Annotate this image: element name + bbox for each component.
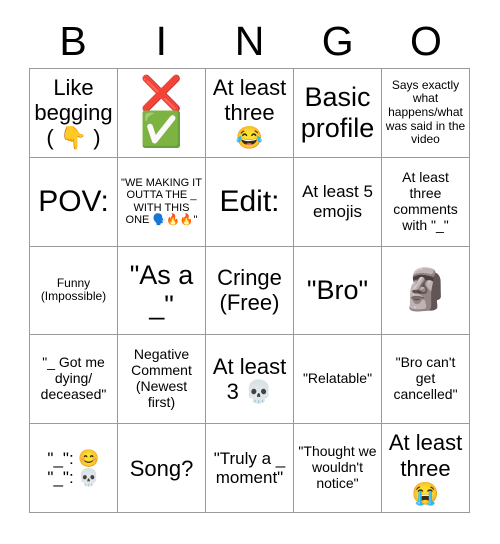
bingo-cell-text-g2: At least 5 emojis bbox=[302, 182, 378, 221]
bingo-cell-b2[interactable]: POV: bbox=[30, 157, 118, 247]
bingo-header: B I N G O bbox=[29, 14, 470, 68]
bingo-cell-text-n1: At least three 😂 bbox=[212, 75, 293, 151]
bingo-cell-b3[interactable]: Funny (Impossible) bbox=[30, 246, 118, 336]
bingo-cell-text-i3: "As a _" bbox=[129, 259, 201, 321]
bingo-grid: Like begging ( 👇 ) ❌ ✅ At least three 😂 … bbox=[29, 68, 470, 513]
bingo-cell-n5[interactable]: "Truly a _ moment" bbox=[206, 424, 294, 513]
bingo-cell-text-b5: "_": 😊 "_": 💀 bbox=[47, 448, 100, 488]
bingo-cell-n4[interactable]: At least 3 💀 bbox=[206, 335, 294, 425]
bingo-cell-text-i1: ❌ ✅ bbox=[140, 75, 183, 149]
bingo-cell-text-b4: "_ Got me dying/ deceased" bbox=[40, 354, 109, 403]
bingo-cell-g1[interactable]: Basic profile bbox=[294, 69, 382, 158]
bingo-cell-n3[interactable]: Cringe (Free) bbox=[206, 246, 294, 336]
bingo-cell-text-o1: Says exactly what happens/what was said … bbox=[385, 77, 469, 147]
bingo-cell-text-i5: Song? bbox=[129, 455, 194, 481]
bingo-cell-text-o5: At least three 😭 bbox=[388, 430, 469, 506]
bingo-cell-n1[interactable]: At least three 😂 bbox=[206, 69, 294, 158]
bingo-cell-b5[interactable]: "_": 😊 "_": 💀 bbox=[30, 424, 118, 513]
bingo-cell-i3[interactable]: "As a _" bbox=[118, 246, 206, 336]
header-letter-n: N bbox=[234, 17, 265, 64]
bingo-cell-text-g4: "Relatable" bbox=[302, 370, 373, 387]
bingo-cell-text-o4: "Bro can't get cancelled" bbox=[393, 354, 460, 403]
bingo-cell-text-b1: Like begging ( 👇 ) bbox=[34, 75, 113, 151]
bingo-cell-text-n4: At least 3 💀 bbox=[212, 354, 293, 405]
header-letter-b: B bbox=[59, 17, 87, 64]
bingo-cell-g5[interactable]: "Thought we wouldn't notice" bbox=[294, 424, 382, 513]
bingo-cell-i4[interactable]: Negative Comment (Newest first) bbox=[118, 335, 206, 425]
bingo-cell-b4[interactable]: "_ Got me dying/ deceased" bbox=[30, 335, 118, 425]
bingo-cell-o2[interactable]: At least three comments with "_" bbox=[382, 157, 470, 247]
bingo-cell-o3[interactable]: 🗿 bbox=[382, 246, 470, 336]
bingo-cell-text-b2: POV: bbox=[38, 184, 109, 218]
bingo-cell-o1[interactable]: Says exactly what happens/what was said … bbox=[382, 69, 470, 158]
bingo-cell-o4[interactable]: "Bro can't get cancelled" bbox=[382, 335, 470, 425]
bingo-cell-g3[interactable]: "Bro" bbox=[294, 246, 382, 336]
bingo-cell-i5[interactable]: Song? bbox=[118, 424, 206, 513]
moai-icon: 🗿 bbox=[400, 268, 451, 313]
bingo-cell-text-n2: Edit: bbox=[219, 184, 280, 218]
bingo-cell-text-b3: Funny (Impossible) bbox=[40, 275, 107, 304]
bingo-cell-text-i4: Negative Comment (Newest first) bbox=[131, 346, 196, 411]
bingo-cell-text-o2: At least three comments with "_" bbox=[393, 168, 462, 233]
bingo-cell-b1[interactable]: Like begging ( 👇 ) bbox=[30, 69, 118, 158]
header-letter-g: G bbox=[321, 17, 354, 64]
header-letter-o: O bbox=[409, 17, 442, 64]
bingo-card: B I N G O Like begging ( 👇 ) ❌ ✅ At leas… bbox=[0, 0, 500, 544]
bingo-cell-i1[interactable]: ❌ ✅ bbox=[118, 69, 206, 158]
bingo-cell-text-n3: Cringe (Free) bbox=[217, 265, 289, 316]
bingo-cell-n2[interactable]: Edit: bbox=[206, 157, 294, 247]
bingo-cell-o5[interactable]: At least three 😭 bbox=[382, 424, 470, 513]
bingo-cell-i2[interactable]: "WE MAKING IT OUTTA THE _ WITH THIS ONE … bbox=[118, 157, 206, 247]
bingo-cell-g4[interactable]: "Relatable" bbox=[294, 335, 382, 425]
bingo-cell-text-g3: "Bro" bbox=[306, 275, 369, 306]
bingo-cell-text-g1: Basic profile bbox=[300, 82, 379, 143]
bingo-cell-text-g5: "Thought we wouldn't notice" bbox=[298, 443, 381, 492]
header-letter-i: I bbox=[155, 17, 167, 64]
bingo-cell-text-i2: "WE MAKING IT OUTTA THE _ WITH THIS ONE … bbox=[121, 176, 206, 227]
bingo-cell-text-n5: "Truly a _ moment" bbox=[213, 448, 290, 488]
bingo-cell-g2[interactable]: At least 5 emojis bbox=[294, 157, 382, 247]
